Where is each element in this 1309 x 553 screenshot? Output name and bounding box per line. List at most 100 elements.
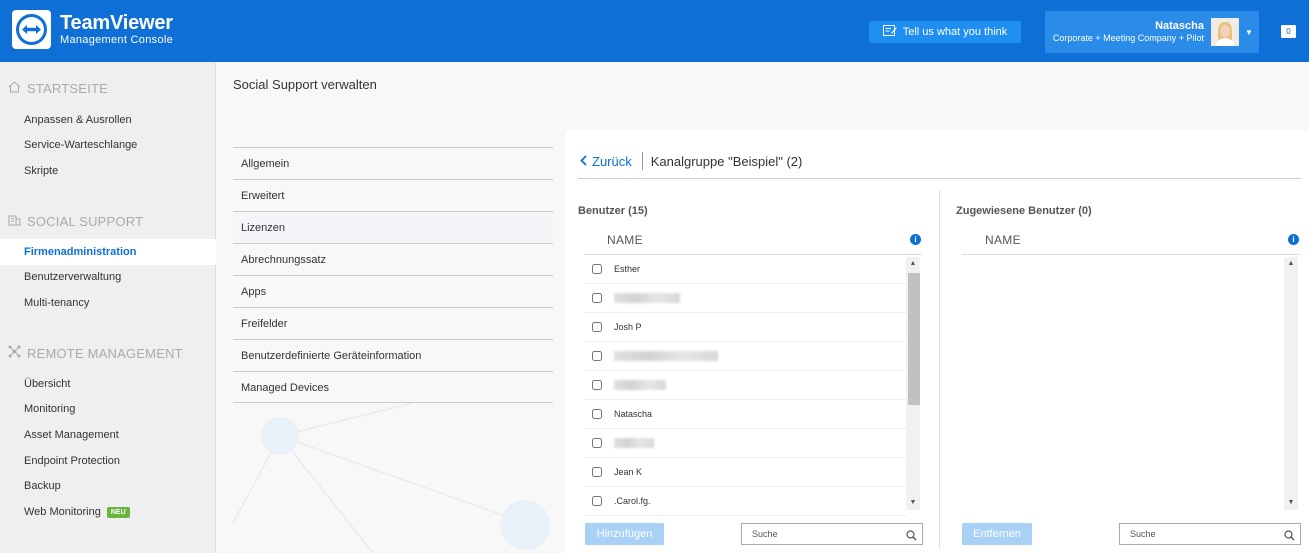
back-label: Zurück: [592, 153, 632, 169]
tab-erweitert[interactable]: Erweitert: [233, 179, 553, 211]
assigned-scrollbar[interactable]: ▲ ▼: [1284, 257, 1298, 510]
users-scrollbar[interactable]: ▲ ▼: [906, 257, 920, 510]
sidebar-item-web-monitoring[interactable]: Web Monitoring NEU: [0, 499, 216, 525]
user-row[interactable]: Natascha: [584, 400, 906, 429]
user-name: Natascha: [614, 409, 653, 419]
sidebar-item-benutzerverwaltung[interactable]: Benutzerverwaltung: [0, 264, 216, 290]
users-search-input[interactable]: Suche: [741, 523, 923, 545]
user-checkbox[interactable]: [592, 293, 602, 303]
user-row[interactable]: .Carol.fg.: [584, 487, 906, 516]
remove-user-button[interactable]: Entfernen: [962, 523, 1032, 545]
user-row[interactable]: [584, 342, 906, 371]
scroll-down-icon[interactable]: ▼: [1284, 498, 1298, 508]
feedback-label: Tell us what you think: [902, 26, 1008, 38]
brand-subtitle: Management Console: [60, 34, 174, 46]
user-row[interactable]: Jean K: [584, 458, 906, 487]
user-checkbox[interactable]: [592, 322, 602, 332]
settings-tabs: Allgemein Erweitert Lizenzen Abrechnungs…: [233, 147, 553, 403]
column-divider: [939, 190, 940, 548]
tab-apps[interactable]: Apps: [233, 275, 553, 307]
sidebar-item-anpassen[interactable]: Anpassen & Ausrollen: [0, 107, 216, 133]
user-name-redacted: [614, 293, 680, 303]
home-icon: [8, 81, 21, 96]
sidebar-item-endpoint-protection[interactable]: Endpoint Protection: [0, 448, 216, 474]
scroll-up-icon[interactable]: ▲: [1284, 259, 1298, 269]
feedback-button[interactable]: Tell us what you think: [869, 21, 1021, 43]
users-name-column-header[interactable]: NAME: [607, 233, 643, 247]
user-row[interactable]: [584, 429, 906, 458]
breadcrumb-underline: [578, 178, 1301, 179]
user-name: Natascha: [1155, 20, 1204, 32]
chevron-left-icon: [580, 154, 587, 169]
tab-benutzerdefinierte-geraeteinformation[interactable]: Benutzerdefinierte Geräteinformation: [233, 339, 553, 371]
brand: TeamViewer Management Console: [60, 13, 173, 47]
user-row[interactable]: Esther: [584, 255, 906, 284]
tab-allgemein[interactable]: Allgemein: [233, 147, 553, 179]
breadcrumb: Zurück Kanalgruppe "Beispiel" (2): [580, 152, 802, 170]
tab-abrechnungssatz[interactable]: Abrechnungssatz: [233, 243, 553, 275]
user-checkbox[interactable]: [592, 467, 602, 477]
sidebar-item-firmenadministration[interactable]: Firmenadministration: [0, 239, 216, 265]
user-name: Jean K: [614, 467, 643, 477]
info-icon[interactable]: i: [910, 234, 921, 245]
sidebar-item-multi-tenancy[interactable]: Multi-tenancy: [0, 290, 216, 316]
user-row[interactable]: [584, 371, 906, 400]
notification-count: 0: [1286, 27, 1291, 36]
user-checkbox[interactable]: [592, 264, 602, 274]
background-network-decoration: [233, 403, 550, 553]
users-list-title: Benutzer (15): [578, 205, 648, 217]
assigned-name-column-header[interactable]: NAME: [985, 233, 1021, 247]
assigned-list-title: Zugewiesene Benutzer (0): [956, 205, 1092, 217]
notification-button[interactable]: 0: [1281, 25, 1296, 38]
page-title: Social Support verwalten: [233, 77, 377, 92]
brand-name: TeamViewer: [60, 12, 173, 34]
sidebar-item-backup[interactable]: Backup: [0, 473, 216, 499]
avatar: [1211, 18, 1239, 46]
chevron-down-icon: ▼: [1245, 28, 1253, 37]
user-name-redacted: [614, 351, 718, 361]
assigned-search-input[interactable]: Suche: [1119, 523, 1301, 545]
search-icon: [1284, 528, 1295, 548]
user-name: .Carol.fg.: [614, 496, 651, 506]
add-user-button[interactable]: Hinzufügen: [585, 523, 664, 545]
user-checkbox[interactable]: [592, 496, 602, 506]
user-checkbox[interactable]: [592, 438, 602, 448]
user-name: Josh P: [614, 322, 642, 332]
user-plan: Corporate + Meeting Company + Pilot: [1052, 33, 1204, 43]
tab-freifelder[interactable]: Freifelder: [233, 307, 553, 339]
new-badge: NEU: [106, 507, 130, 518]
tab-managed-devices[interactable]: Managed Devices: [233, 371, 553, 403]
group-title: Kanalgruppe "Beispiel" (2): [650, 153, 803, 169]
user-menu[interactable]: Natascha Corporate + Meeting Company + P…: [1045, 11, 1259, 53]
scroll-down-icon[interactable]: ▼: [906, 498, 920, 508]
sidebar-section-startseite: STARTSEITE: [8, 81, 108, 96]
building-icon: [8, 213, 21, 229]
tab-lizenzen[interactable]: Lizenzen: [233, 211, 553, 243]
user-checkbox[interactable]: [592, 380, 602, 390]
user-checkbox[interactable]: [592, 409, 602, 419]
edit-icon: [882, 25, 897, 39]
assigned-users-list: ▲ ▼: [962, 254, 1300, 511]
user-checkbox[interactable]: [592, 351, 602, 361]
back-link[interactable]: Zurück: [580, 154, 632, 169]
top-bar: TeamViewer Management Console Tell us wh…: [0, 0, 1309, 62]
user-name-redacted: [614, 380, 666, 390]
scroll-up-icon[interactable]: ▲: [906, 259, 920, 269]
sidebar: STARTSEITE Anpassen & Ausrollen Service-…: [0, 62, 216, 553]
teamviewer-logo-icon[interactable]: [12, 10, 51, 49]
sidebar-item-service-warteschlange[interactable]: Service-Warteschlange: [0, 132, 216, 158]
user-row[interactable]: Josh P: [584, 313, 906, 342]
search-icon: [906, 528, 917, 548]
scroll-thumb[interactable]: [908, 273, 920, 405]
sidebar-item-asset-management[interactable]: Asset Management: [0, 422, 216, 448]
user-name: Esther: [614, 264, 641, 274]
network-icon: [8, 345, 21, 361]
users-list: Esther Josh P Natascha Jean K .Carol.fg.…: [584, 254, 922, 516]
sidebar-section-remote-management: REMOTE MANAGEMENT: [8, 345, 183, 361]
sidebar-item-monitoring[interactable]: Monitoring: [0, 396, 216, 422]
user-row[interactable]: [584, 284, 906, 313]
sidebar-item-uebersicht[interactable]: Übersicht: [0, 371, 216, 397]
sidebar-item-skripte[interactable]: Skripte: [0, 158, 216, 184]
info-icon[interactable]: i: [1288, 234, 1299, 245]
sidebar-section-social-support: SOCIAL SUPPORT: [8, 213, 143, 229]
